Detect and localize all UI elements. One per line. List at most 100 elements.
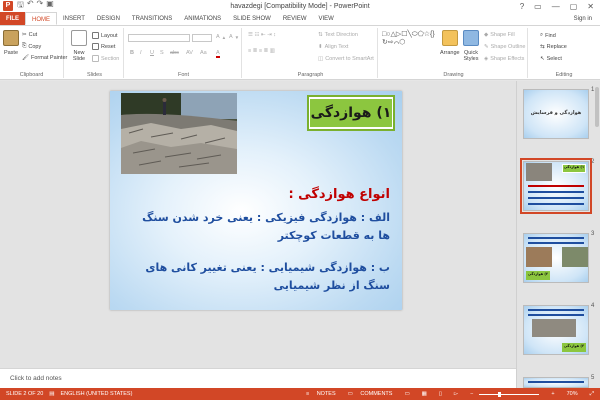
bold-button[interactable]: B (130, 50, 134, 56)
fit-slide-icon[interactable]: ⤢ (590, 391, 594, 398)
thumbnail-line (528, 185, 584, 187)
align-text-button[interactable]: ⬍ Align Text (318, 44, 348, 50)
spellcheck-icon[interactable]: ▤ (49, 391, 54, 397)
brush-icon: 🖌 (22, 55, 29, 61)
drawing-group: □○△▷☐╲⬭⬠☆{}↻⇨⌒⬡ Arrange Quick Styles ◆ Sh… (380, 28, 528, 78)
reset-icon (92, 43, 99, 50)
arrange-button[interactable]: Arrange (440, 30, 460, 56)
bullets-button[interactable]: ☰ ☷ ⇤ ⇥ ↕ (248, 32, 276, 38)
slideshow-icon[interactable]: ▻ (454, 391, 458, 397)
select-button[interactable]: ↖ Select (540, 56, 562, 62)
section-button[interactable]: Section (92, 55, 119, 62)
paint-bucket-icon: ◆ (484, 32, 489, 38)
slide-heading[interactable]: انواع هوازدگی : (120, 187, 390, 202)
thumbnail-line (528, 314, 584, 316)
slide-title-box[interactable]: ۱) هوازدگی (307, 95, 395, 131)
status-bar: SLIDE 2 OF 20 ▤ ENGLISH (UNITED STATES) … (0, 388, 600, 400)
editing-group: ⌕ Find ⇆ Replace ↖ Select Editing (530, 28, 598, 78)
alignment-buttons[interactable]: ≡ ≣ ≡ ≣ ▥ (248, 48, 275, 54)
new-slide-button[interactable]: New Slide (70, 30, 88, 62)
thumbnail-scrollbar[interactable] (595, 87, 600, 383)
slides-group: New Slide Layout Reset Section Slides (66, 28, 124, 78)
slide-sorter-icon[interactable]: ▦ (422, 391, 427, 397)
thumbnail-slide-4[interactable]: ۳) هوازدگی (523, 305, 589, 355)
scrollbar-thumb[interactable] (595, 87, 599, 127)
shapes-gallery[interactable]: □○△▷☐╲⬭⬠☆{}↻⇨⌒⬡ (382, 31, 435, 47)
shape-effects-button[interactable]: ◈ Shape Effects (484, 56, 524, 62)
replace-button[interactable]: ⇆ Replace (540, 44, 567, 50)
slide-text-chemical[interactable]: ب : هوازدگی شیمیایی : یعنی تغییر کانی ها… (130, 259, 390, 295)
reading-view-icon[interactable]: ▯ (439, 391, 442, 397)
ribbon-tabs: FILE HOME INSERT DESIGN TRANSITIONS ANIM… (0, 12, 600, 26)
minimize-button[interactable]: — (552, 2, 560, 11)
tab-review[interactable]: REVIEW (277, 12, 313, 25)
shape-fill-button[interactable]: ◆ Shape Fill (484, 32, 515, 38)
paragraph-label: Paragraph (297, 72, 324, 78)
copy-button[interactable]: ⎘ Copy (22, 43, 41, 50)
tab-slide-show[interactable]: SLIDE SHOW (227, 12, 277, 25)
tab-transitions[interactable]: TRANSITIONS (126, 12, 178, 25)
help-button[interactable]: ? (520, 2, 524, 11)
paste-button[interactable]: Paste (3, 30, 19, 56)
notes-toggle[interactable]: ≡ NOTES (306, 391, 336, 397)
character-spacing-button[interactable]: AV (186, 50, 193, 56)
tab-home[interactable]: HOME (25, 12, 57, 25)
text-direction-button[interactable]: ⇅ Text Direction (318, 32, 358, 38)
ribbon-display-button[interactable]: ▭ (534, 2, 542, 11)
status-right: ≡ NOTES ▭ COMMENTS ▭ ▦ ▯ ▻ − + 70% ⤢ (300, 391, 594, 398)
layout-button[interactable]: Layout (92, 32, 118, 39)
normal-view-icon[interactable]: ▭ (404, 391, 409, 397)
convert-smartart-button[interactable]: ◫ Convert to SmartArt (318, 56, 374, 62)
zoom-level[interactable]: 70% (567, 391, 578, 397)
font-name-select[interactable] (128, 34, 190, 42)
maximize-button[interactable]: ▢ (570, 2, 578, 11)
cut-button[interactable]: ✂ Cut (22, 32, 37, 38)
text-direction-icon: ⇅ (318, 32, 323, 38)
shadow-button[interactable]: S (160, 50, 164, 56)
language-indicator[interactable]: ENGLISH (UNITED STATES) (61, 391, 133, 397)
tab-view[interactable]: VIEW (313, 12, 340, 25)
shrink-font-button[interactable]: A ▼ (229, 34, 239, 40)
sign-in-link[interactable]: Sign in (574, 12, 592, 25)
comments-toggle[interactable]: ▭ COMMENTS (348, 391, 393, 397)
underline-button[interactable]: U (150, 50, 154, 56)
strikethrough-button[interactable]: abc (170, 50, 179, 56)
reset-button[interactable]: Reset (92, 43, 115, 50)
shape-outline-button[interactable]: ✎ Shape Outline (484, 44, 525, 50)
thumbnail-slide-3[interactable]: ۲) هوازدگی (523, 233, 589, 283)
layout-icon (92, 32, 99, 39)
close-button[interactable]: ✕ (587, 2, 594, 11)
find-button[interactable]: ⌕ Find (540, 32, 556, 39)
powerpoint-app-icon: P (3, 1, 13, 11)
notes-pane[interactable]: Click to add notes (0, 368, 516, 388)
italic-button[interactable]: I (140, 50, 142, 56)
tab-file[interactable]: FILE (0, 12, 25, 25)
font-color-button[interactable]: A (216, 50, 220, 58)
slide-canvas[interactable]: ۱) هوازدگی انواع هوازدگی : الف : هوازدگی… (110, 91, 402, 310)
font-size-select[interactable] (192, 34, 212, 42)
thumbnail-line (528, 309, 584, 311)
change-case-button[interactable]: Aa (200, 50, 207, 56)
zoom-in-button[interactable]: + (551, 391, 554, 397)
tab-design[interactable]: DESIGN (91, 12, 126, 25)
editing-label: Editing (555, 72, 573, 78)
zoom-slider-knob[interactable] (497, 391, 501, 397)
thumbnail-slide-1[interactable]: هوازدگی و فرسایش (523, 89, 589, 139)
zoom-out-button[interactable]: − (470, 391, 473, 397)
tab-animations[interactable]: ANIMATIONS (178, 12, 227, 25)
copy-icon: ⎘ (22, 43, 27, 49)
thumbnail-photo (562, 247, 588, 267)
thumbnail-slide-5[interactable] (523, 377, 589, 388)
thumbnail-number: 2 (591, 159, 595, 165)
cursor-icon: ↖ (540, 56, 545, 62)
thumbnail-number: 5 (591, 375, 595, 381)
thumbnail-slide-2[interactable]: ۱) هوازدگی (520, 158, 592, 214)
tab-insert[interactable]: INSERT (57, 12, 91, 25)
grow-font-button[interactable]: A ▲ (216, 34, 226, 40)
format-painter-button[interactable]: 🖌 Format Painter (22, 55, 67, 61)
zoom-slider[interactable] (479, 391, 540, 397)
slide-text-physical[interactable]: الف : هوازدگی فیزیکی : یعنی خرد شدن سنگ … (130, 209, 390, 245)
clipboard-group: Paste ✂ Cut ⎘ Copy 🖌 Format Painter Clipboa… (0, 28, 67, 78)
quick-styles-button[interactable]: Quick Styles (462, 30, 480, 62)
pen-icon: ✎ (484, 44, 489, 50)
